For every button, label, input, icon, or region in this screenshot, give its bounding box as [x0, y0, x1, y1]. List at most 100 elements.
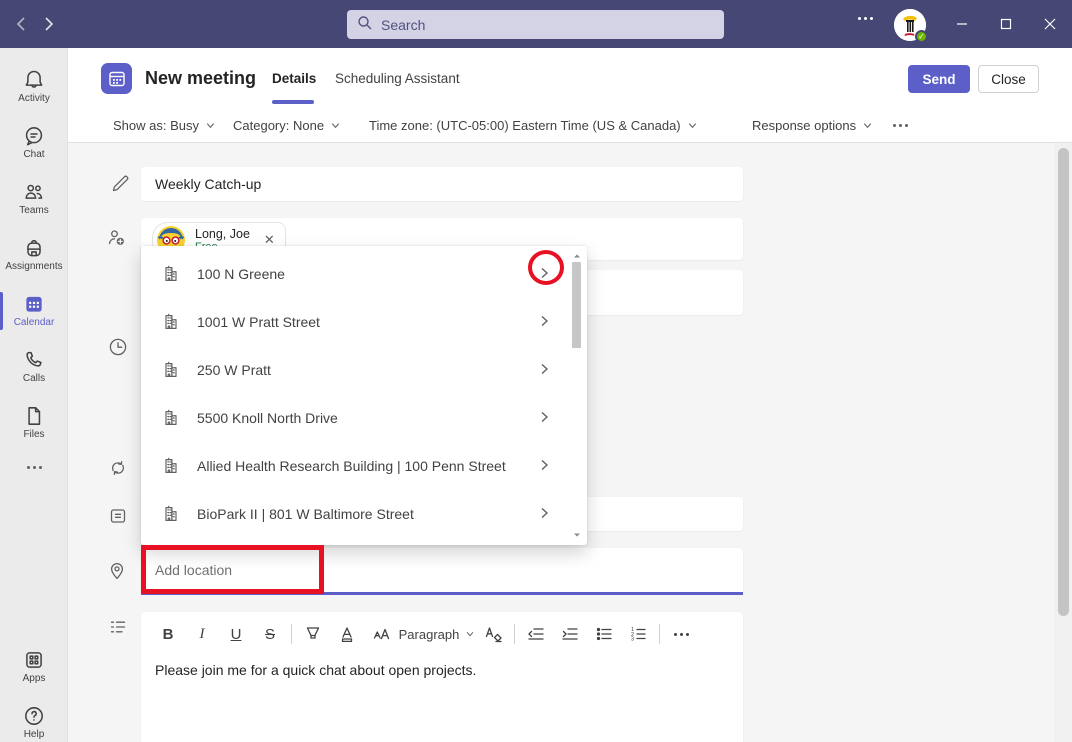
tab-details[interactable]: Details [272, 71, 316, 86]
send-button[interactable]: Send [908, 65, 970, 93]
location-suggestion-item[interactable]: 5500 Knoll North Drive [141, 394, 587, 442]
page-title: New meeting [145, 68, 256, 89]
meeting-calendar-icon [101, 63, 132, 94]
maximize-button[interactable] [992, 12, 1020, 36]
building-icon [161, 408, 181, 428]
numbered-list-button[interactable]: 123 [621, 619, 655, 649]
chevron-down-icon [862, 120, 873, 131]
chevron-down-icon [330, 120, 341, 131]
sidebar-item-activity[interactable]: Activity [0, 60, 68, 112]
highlight-button[interactable] [296, 619, 330, 649]
titlebar-more-icon[interactable] [858, 17, 873, 20]
add-attendees-icon [105, 226, 127, 253]
meeting-title-input[interactable]: Weekly Catch-up [141, 167, 743, 201]
editor-toolbar: B I U S Paragraph [151, 618, 698, 650]
location-suggestion-item[interactable]: BioPark II | 801 W Baltimore Street [141, 490, 587, 538]
category-dropdown[interactable]: Category: None [233, 118, 341, 133]
location-suggestion-item[interactable]: Allied Health Research Building | 100 Pe… [141, 442, 587, 490]
italic-button[interactable]: I [185, 619, 219, 649]
show-as-dropdown[interactable]: Show as: Busy [113, 118, 216, 133]
description-icon [107, 616, 129, 643]
clear-format-button[interactable] [476, 619, 510, 649]
bell-icon [22, 68, 46, 92]
response-options-dropdown[interactable]: Response options [752, 118, 873, 133]
dropdown-scroll-thumb[interactable] [572, 262, 581, 348]
paragraph-dropdown[interactable]: Paragraph [398, 619, 476, 649]
underline-button[interactable]: U [219, 619, 253, 649]
tab-scheduling-assistant[interactable]: Scheduling Assistant [335, 71, 460, 86]
file-icon [22, 404, 46, 428]
bold-button[interactable]: B [151, 619, 185, 649]
minimize-button[interactable] [948, 12, 976, 36]
font-size-button[interactable] [364, 619, 398, 649]
titlebar: Search ✓ [0, 0, 1072, 48]
search-input[interactable]: Search [347, 10, 724, 39]
location-suggestion-item[interactable]: 100 N Greene [141, 250, 587, 298]
main-scrollbar[interactable] [1054, 143, 1072, 742]
description-editor[interactable]: B I U S Paragraph [141, 612, 743, 742]
font-color-button[interactable] [330, 619, 364, 649]
meeting-title-value: Weekly Catch-up [155, 176, 261, 192]
location-suggestions-dropdown: 100 N Greene 1001 W Pratt Street 250 W P… [141, 246, 587, 545]
strikethrough-button[interactable]: S [253, 619, 287, 649]
close-window-button[interactable] [1036, 12, 1064, 36]
svg-text:3: 3 [631, 637, 634, 643]
back-icon[interactable] [12, 14, 32, 34]
sidebar-item-calendar[interactable]: Calendar [0, 284, 68, 336]
description-text: Please join me for a quick chat about op… [155, 662, 476, 678]
toolbar-divider [659, 624, 660, 644]
dropdown-scrollbar[interactable] [570, 250, 584, 541]
location-icon [106, 560, 128, 587]
indent-button[interactable] [553, 619, 587, 649]
sidebar-item-help[interactable]: Help [0, 696, 68, 742]
main-scroll-thumb[interactable] [1058, 148, 1069, 616]
presence-available-icon: ✓ [915, 30, 928, 43]
attendee-name: Long, Joe [195, 227, 250, 241]
chevron-down-icon [465, 629, 475, 639]
chevron-right-icon[interactable] [537, 314, 551, 333]
outdent-button[interactable] [519, 619, 553, 649]
help-icon [22, 704, 46, 728]
edit-title-icon [109, 173, 131, 200]
sidebar-item-calls[interactable]: Calls [0, 340, 68, 392]
sidebar-item-assignments[interactable]: Assignments [0, 228, 68, 280]
active-indicator [0, 292, 3, 330]
time-icon [107, 336, 129, 363]
backpack-icon [22, 236, 46, 260]
scroll-up-icon[interactable] [573, 252, 581, 260]
forward-icon[interactable] [38, 14, 58, 34]
timezone-dropdown[interactable]: Time zone: (UTC-05:00) Eastern Time (US … [369, 118, 698, 133]
main-panel: New meeting Details Scheduling Assistant… [68, 48, 1072, 742]
location-suggestion-item[interactable]: 250 W Pratt [141, 346, 587, 394]
meeting-header: New meeting Details Scheduling Assistant… [68, 48, 1072, 110]
sidebar-item-apps[interactable]: Apps [0, 640, 68, 692]
bullet-list-button[interactable] [587, 619, 621, 649]
toolbar-divider [291, 624, 292, 644]
editor-more-icon[interactable] [664, 619, 698, 649]
annotation-red-circle [528, 250, 564, 285]
sidebar-more-icon[interactable] [0, 452, 68, 482]
building-icon [161, 312, 181, 332]
calendar-icon [22, 292, 46, 316]
search-icon [357, 15, 373, 34]
sidebar-item-files[interactable]: Files [0, 396, 68, 448]
teams-window: Search ✓ Activity [0, 0, 1072, 742]
avatar[interactable]: ✓ [894, 9, 926, 41]
chevron-right-icon[interactable] [537, 506, 551, 525]
tab-active-underline [272, 100, 314, 104]
scroll-down-icon[interactable] [573, 531, 581, 539]
options-bar: Show as: Busy Category: None Time zone: … [68, 110, 1072, 143]
close-button[interactable]: Close [978, 65, 1039, 93]
sidebar-item-teams[interactable]: Teams [0, 172, 68, 224]
building-icon [161, 264, 181, 284]
location-suggestion-item[interactable]: 1001 W Pratt Street [141, 298, 587, 346]
chevron-right-icon[interactable] [537, 362, 551, 381]
chevron-down-icon [687, 120, 698, 131]
search-placeholder: Search [381, 17, 425, 33]
annotation-red-rectangle [141, 545, 324, 594]
chevron-right-icon[interactable] [537, 410, 551, 429]
sidebar-item-chat[interactable]: Chat [0, 116, 68, 168]
building-icon [161, 456, 181, 476]
chevron-right-icon[interactable] [537, 458, 551, 477]
options-more-icon[interactable] [893, 124, 908, 127]
